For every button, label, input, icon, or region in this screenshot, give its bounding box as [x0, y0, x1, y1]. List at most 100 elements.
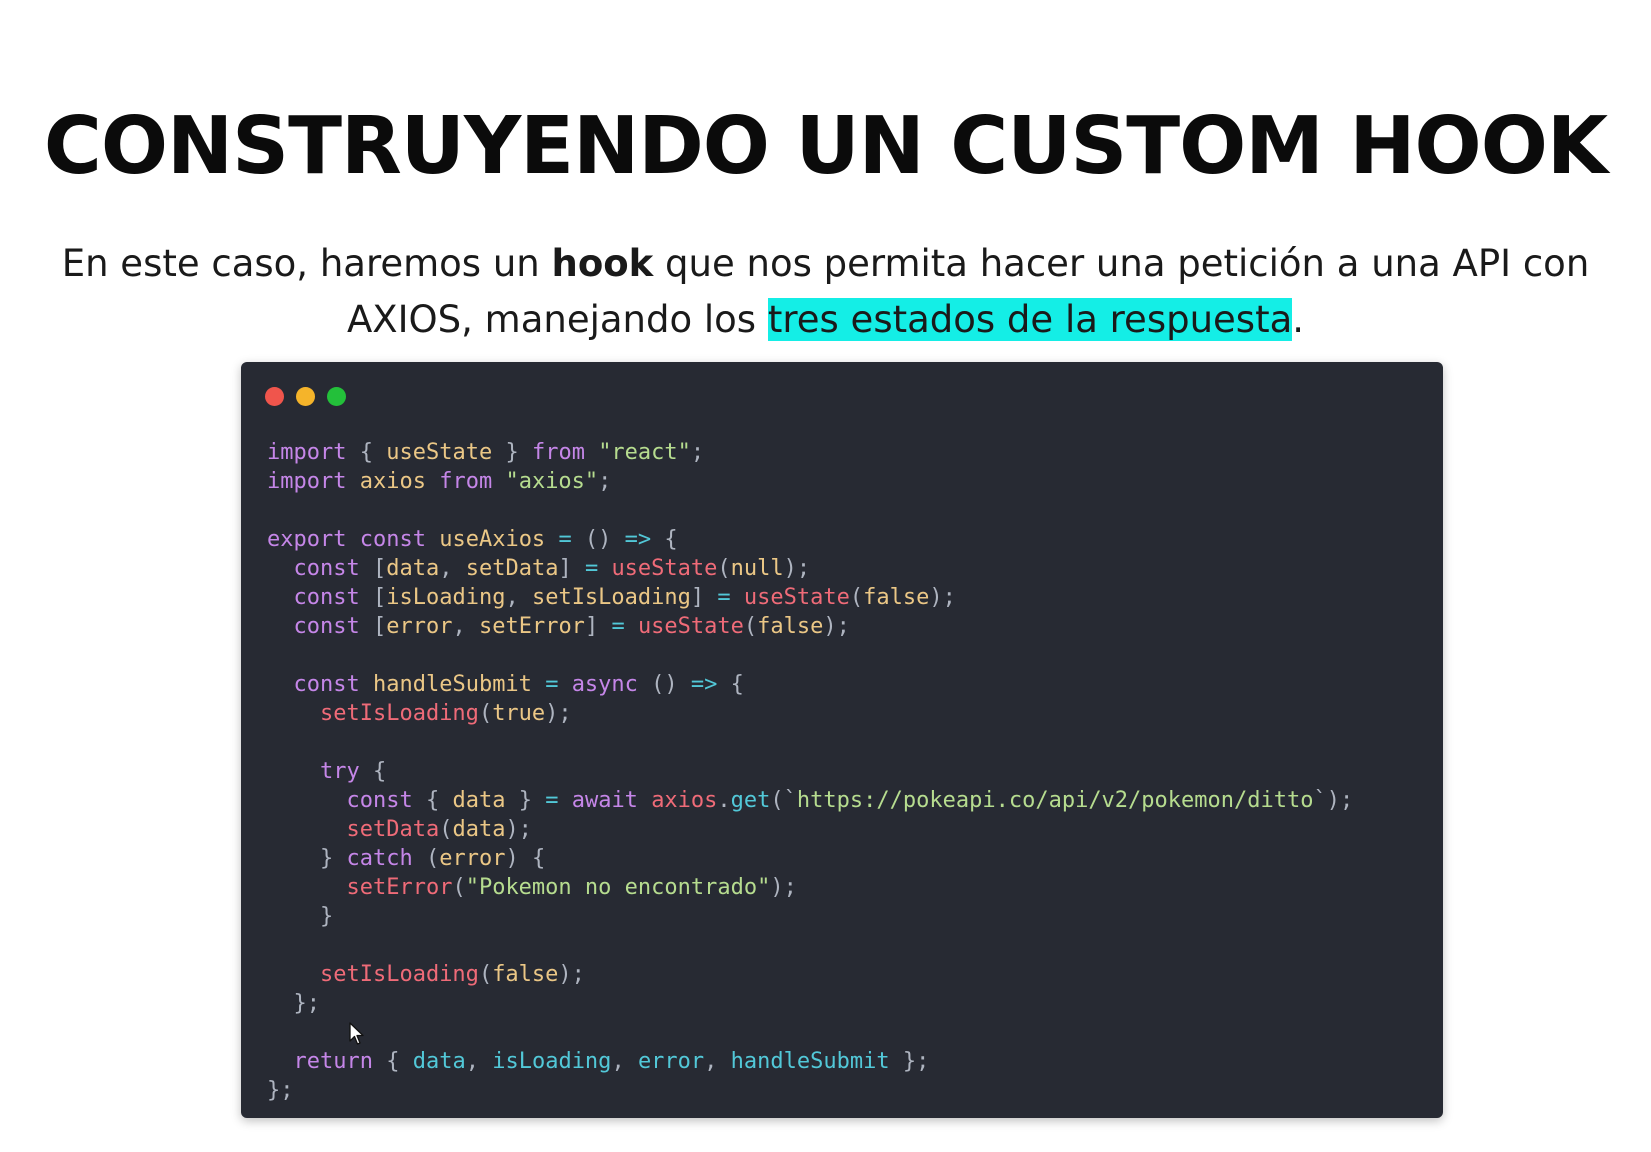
- code-token: `);: [1313, 788, 1354, 813]
- subtitle-line-1: En este caso, haremos un hook que nos pe…: [0, 236, 1651, 292]
- code-token: (: [478, 962, 493, 987]
- code-token: =: [545, 788, 559, 813]
- code-token: import: [267, 440, 347, 465]
- code-token: return: [293, 1049, 373, 1074]
- subtitle-text: .: [1292, 298, 1305, 341]
- code-token: {: [651, 527, 678, 552]
- subtitle-text: que nos permita hacer una petición a una…: [653, 242, 1590, 285]
- code-token: );: [505, 817, 532, 842]
- code-block: import { useState } from "react"; import …: [267, 438, 1353, 1105]
- code-token: const: [293, 585, 360, 610]
- code-line: import axios from "axios";: [267, 467, 1353, 496]
- code-token: ]: [558, 556, 585, 581]
- code-token: (: [717, 556, 731, 581]
- code-token: data: [412, 1049, 466, 1074]
- code-token: get: [730, 788, 771, 813]
- code-token: async: [571, 672, 638, 697]
- code-token: ]: [690, 585, 718, 610]
- code-token: const: [293, 672, 360, 697]
- code-token: https://pokeapi.co/api/v2/pokemon/ditto: [796, 788, 1314, 813]
- code-token: useAxios: [439, 527, 546, 552]
- code-token: ) {: [505, 846, 546, 871]
- code-token: setIsLoading: [319, 701, 479, 726]
- code-line: };: [267, 1076, 1353, 1105]
- code-token: useState: [386, 440, 493, 465]
- code-token: ,: [465, 1049, 493, 1074]
- code-token: );: [558, 962, 585, 987]
- code-token: const: [293, 614, 360, 639]
- code-token: ;: [598, 469, 612, 494]
- code-token: const: [293, 556, 360, 581]
- code-token: );: [929, 585, 956, 610]
- code-token: =: [717, 585, 731, 610]
- code-token: data: [386, 556, 440, 581]
- code-token: try: [319, 759, 360, 784]
- code-token: handleSubmit: [730, 1049, 890, 1074]
- code-token: const: [359, 527, 426, 552]
- code-token: =: [545, 672, 559, 697]
- code-line: setIsLoading(false);: [267, 960, 1353, 989]
- code-token: ,: [704, 1049, 731, 1074]
- code-token: error: [637, 1049, 705, 1074]
- minimize-dot-icon: [296, 387, 315, 406]
- code-line: const [error, setError] = useState(false…: [267, 612, 1353, 641]
- code-token: "Pokemon no encontrado": [465, 875, 771, 900]
- code-token: error: [386, 614, 453, 639]
- code-line: setData(data);: [267, 815, 1353, 844]
- code-token: {: [717, 672, 744, 697]
- code-token: useState: [611, 556, 718, 581]
- code-line: } catch (error) {: [267, 844, 1353, 873]
- code-token: "react": [598, 440, 691, 465]
- code-line: const [data, setData] = useState(null);: [267, 554, 1353, 583]
- code-line: try {: [267, 757, 1353, 786]
- code-token: =>: [624, 527, 652, 552]
- code-token: (: [452, 875, 466, 900]
- code-token: from: [531, 440, 585, 465]
- code-token: catch: [346, 846, 413, 871]
- code-line: import { useState } from "react";: [267, 438, 1353, 467]
- code-token: error: [439, 846, 506, 871]
- code-token: data: [452, 817, 506, 842]
- code-token: axios: [359, 469, 426, 494]
- code-token: (`: [770, 788, 797, 813]
- subtitle-text: En este caso, haremos un: [61, 242, 552, 285]
- code-token: (: [439, 817, 453, 842]
- code-token: =: [584, 556, 599, 581]
- code-line: };: [267, 989, 1353, 1018]
- code-token: .: [717, 788, 731, 813]
- code-token: };: [267, 1078, 294, 1103]
- code-window: import { useState } from "react"; import …: [241, 362, 1443, 1118]
- code-token: data: [452, 788, 506, 813]
- code-line: return { data, isLoading, error, handleS…: [267, 1047, 1353, 1076]
- code-token: setData: [465, 556, 559, 581]
- code-token: (): [637, 672, 691, 697]
- code-token: {: [346, 440, 387, 465]
- code-token: {: [359, 759, 387, 784]
- code-token: from: [439, 469, 493, 494]
- code-token: isLoading: [492, 1049, 612, 1074]
- code-token: [: [359, 614, 387, 639]
- code-token: setData: [346, 817, 440, 842]
- code-token: ,: [611, 1049, 638, 1074]
- mouse-pointer-icon: [349, 1022, 364, 1045]
- code-token: }: [505, 788, 546, 813]
- code-token: setIsLoading: [531, 585, 691, 610]
- code-token: =>: [690, 672, 718, 697]
- code-token: ,: [452, 614, 479, 639]
